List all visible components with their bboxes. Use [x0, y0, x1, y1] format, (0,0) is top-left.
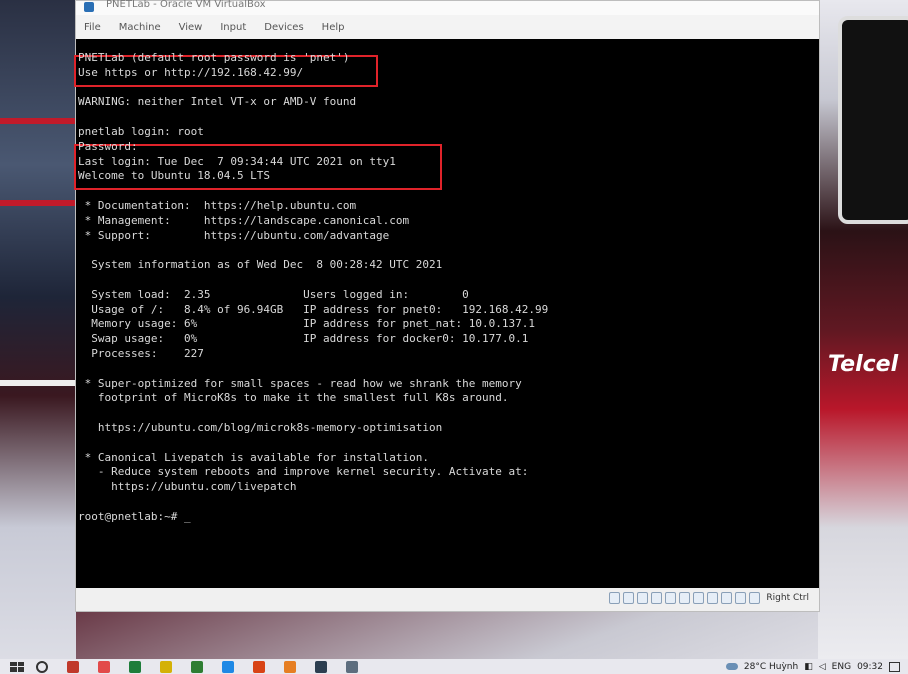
terminal-line: Password:: [78, 139, 138, 153]
audio-icon[interactable]: [637, 592, 649, 604]
shared-folder-icon[interactable]: [679, 592, 691, 604]
clock[interactable]: 09:32: [857, 662, 883, 672]
terminal-line: * Support: https://ubuntu.com/advantage: [78, 228, 390, 242]
network-icon[interactable]: [651, 592, 663, 604]
notification-icon[interactable]: [889, 661, 900, 672]
window-title: PNETLab - Oracle VM VirtualBox: [106, 0, 266, 10]
title-bar[interactable]: PNETLab - Oracle VM VirtualBox: [76, 0, 819, 15]
taskbar-app-icon[interactable]: [315, 660, 327, 673]
search-icon[interactable]: [36, 660, 48, 673]
terminal-line: Swap usage: 0% IP address for docker0: 1…: [78, 332, 529, 346]
usb-icon[interactable]: [665, 592, 677, 604]
language-indicator[interactable]: ENG: [832, 662, 851, 672]
terminal-line: System load: 2.35 Users logged in: 0: [78, 287, 469, 301]
taskbar-app-icon[interactable]: [67, 660, 79, 673]
vm-console[interactable]: PNETLab (default root password is 'pnet'…: [74, 39, 819, 588]
terminal-line: https://ubuntu.com/blog/microk8s-memory-…: [78, 421, 443, 434]
wallpaper-right: Telcel: [818, 0, 908, 660]
taskbar-app-icon[interactable]: [160, 660, 172, 673]
weather-text[interactable]: 28°C Huỳnh: [744, 662, 798, 672]
status-bar: Right Ctrl: [76, 588, 819, 611]
display-icon[interactable]: [693, 592, 705, 604]
terminal-line: Use https or http://192.168.42.99/: [78, 65, 304, 79]
menu-machine[interactable]: Machine: [119, 22, 161, 33]
menu-view[interactable]: View: [179, 22, 203, 33]
terminal-line: Processes: 227: [78, 347, 204, 360]
menu-bar: File Machine View Input Devices Help: [76, 15, 819, 39]
status-icons: Right Ctrl: [609, 592, 809, 604]
cpu-icon[interactable]: [721, 592, 733, 604]
hard-disk-icon[interactable]: [609, 592, 621, 604]
virtualbox-window: PNETLab - Oracle VM VirtualBox File Mach…: [74, 0, 820, 612]
terminal-line: root@pnetlab:~# _: [78, 509, 191, 523]
taskbar-app-icon[interactable]: [346, 660, 358, 673]
menu-file[interactable]: File: [84, 22, 101, 33]
wallpaper-stripe: [0, 200, 76, 206]
terminal-line: https://ubuntu.com/livepatch: [78, 480, 297, 494]
terminal-line: Usage of /: 8.4% of 96.94GB IP address f…: [78, 302, 549, 316]
taskbar-app-icon[interactable]: [284, 660, 296, 673]
terminal-line: pnetlab login: root: [78, 125, 204, 138]
keyboard-icon[interactable]: [749, 592, 761, 604]
terminal-line: Last login: Tue Dec 7 09:34:44 UTC 2021 …: [78, 154, 396, 168]
menu-help[interactable]: Help: [322, 22, 345, 33]
taskbar-app-icon[interactable]: [98, 660, 110, 673]
taskbar-app-icon[interactable]: [191, 660, 203, 673]
taskbar-app-icon[interactable]: [129, 660, 141, 673]
wallpaper-left: [0, 0, 76, 660]
virtualbox-icon: [84, 2, 94, 12]
network-icon[interactable]: ◧: [804, 662, 813, 672]
optical-drive-icon[interactable]: [623, 592, 635, 604]
cloud-icon: [725, 663, 738, 670]
terminal-line: PNETLab (default root password is 'pnet'…: [78, 51, 350, 64]
recording-icon[interactable]: [707, 592, 719, 604]
terminal-line: WARNING: neither Intel VT-x or AMD-V fou…: [78, 95, 357, 109]
terminal-line: Memory usage: 6% IP address for pnet_nat…: [78, 317, 535, 331]
wallpaper-panel: [838, 16, 908, 224]
wallpaper-brand-logo: Telcel: [828, 352, 899, 377]
terminal-line: System information as of Wed Dec 8 00:28…: [78, 258, 443, 272]
terminal-line: - Reduce system reboots and improve kern…: [78, 465, 529, 479]
system-tray: 28°C Huỳnh ◧ ◁ ENG 09:32: [725, 659, 900, 674]
terminal-line: footprint of MicroK8s to make it the sma…: [78, 391, 509, 405]
taskbar-app-icon[interactable]: [222, 660, 234, 673]
terminal-line: * Canonical Livepatch is available for i…: [78, 450, 429, 464]
terminal-line: * Documentation: https://help.ubuntu.com: [78, 199, 357, 212]
taskbar-app-icon[interactable]: [253, 660, 265, 673]
pinned-apps: [48, 660, 358, 673]
wallpaper-stripe: [0, 118, 76, 124]
terminal-line: * Management: https://landscape.canonica…: [78, 213, 410, 227]
terminal-line: * Super-optimized for small spaces - rea…: [78, 376, 522, 390]
mouse-integration-icon[interactable]: [735, 592, 747, 604]
menu-input[interactable]: Input: [220, 22, 246, 33]
start-button[interactable]: [10, 661, 24, 672]
terminal-line: Welcome to Ubuntu 18.04.5 LTS: [78, 169, 271, 183]
taskbar: 28°C Huỳnh ◧ ◁ ENG 09:32: [0, 659, 908, 674]
wallpaper-stripe: [0, 380, 76, 386]
volume-icon[interactable]: ◁: [819, 662, 826, 672]
host-key-label[interactable]: Right Ctrl: [766, 593, 809, 603]
menu-devices[interactable]: Devices: [264, 22, 303, 33]
